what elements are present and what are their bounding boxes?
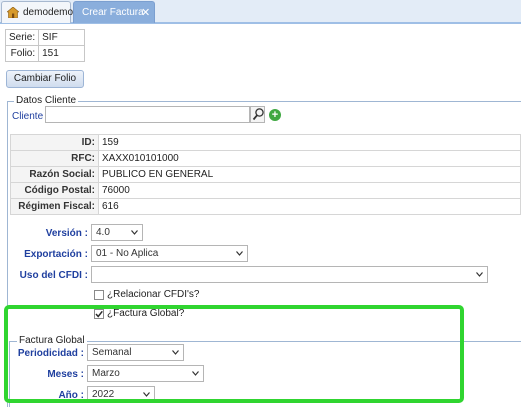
- tab-crear-factura-label: Crear Factura: [82, 7, 144, 18]
- version-value: 4.0: [96, 227, 110, 238]
- id-value: 159: [98, 134, 521, 151]
- id-label: ID:: [10, 134, 99, 151]
- table-row: Razón Social: PUBLICO EN GENERAL: [10, 166, 521, 183]
- folio-label: Folio:: [4, 45, 40, 62]
- relacionar-cfdi-label: ¿Relacionar CFDI's?: [107, 289, 200, 300]
- folio-value: 151: [38, 45, 86, 62]
- tab-crear-factura[interactable]: Crear Factura ✕: [73, 1, 155, 23]
- razon-social-label: Razón Social:: [10, 166, 99, 183]
- table-row: Régimen Fiscal: 616: [10, 198, 521, 215]
- uso-cfdi-label: Uso del CFDI :: [19, 270, 88, 281]
- table-row: RFC: XAXX010101000: [10, 150, 521, 167]
- codigo-postal-value: 76000: [98, 182, 521, 199]
- codigo-postal-label: Código Postal:: [10, 182, 99, 199]
- serie-label: Serie:: [4, 29, 40, 46]
- chevron-down-icon: [476, 272, 483, 277]
- client-info-table: ID: 159 RFC: XAXX010101000 Razón Social:…: [10, 134, 521, 215]
- relacionar-cfdi-checkbox[interactable]: [94, 290, 104, 300]
- highlight-box: [4, 305, 464, 403]
- uso-cfdi-select[interactable]: [91, 266, 488, 283]
- razon-social-value: PUBLICO EN GENERAL: [98, 166, 521, 183]
- rfc-value: XAXX010101000: [98, 150, 521, 167]
- cliente-label: Cliente :: [12, 111, 49, 122]
- home-icon: [7, 7, 19, 18]
- table-row: ID: 159: [10, 134, 521, 151]
- chevron-down-icon: [236, 251, 243, 256]
- cliente-input[interactable]: [45, 106, 250, 123]
- regimen-fiscal-label: Régimen Fiscal:: [10, 198, 99, 215]
- tab-demodemo[interactable]: demodemo: [1, 1, 74, 23]
- close-icon[interactable]: ✕: [141, 2, 150, 24]
- exportacion-label: Exportación :: [24, 249, 88, 260]
- search-button[interactable]: [250, 106, 265, 123]
- datos-cliente-legend: Datos Cliente: [14, 95, 79, 106]
- serie-folio-table: Serie: SIF Folio: 151: [4, 29, 86, 62]
- rfc-label: RFC:: [10, 150, 99, 167]
- search-icon: [252, 108, 264, 121]
- tab-demodemo-label: demodemo: [23, 7, 74, 18]
- regimen-fiscal-value: 616: [98, 198, 521, 215]
- table-row: Código Postal: 76000: [10, 182, 521, 199]
- cambiar-folio-button[interactable]: Cambiar Folio: [6, 70, 84, 88]
- version-label: Versión :: [45, 228, 88, 239]
- add-client-icon[interactable]: +: [269, 109, 281, 121]
- serie-value: SIF: [38, 29, 86, 46]
- exportacion-value: 01 - No Aplica: [96, 248, 159, 259]
- chevron-down-icon: [131, 230, 138, 235]
- version-select[interactable]: 4.0: [91, 224, 143, 241]
- tab-bar: demodemo Crear Factura ✕: [0, 0, 521, 24]
- exportacion-select[interactable]: 01 - No Aplica: [91, 245, 248, 262]
- datos-cliente-border: [7, 101, 521, 102]
